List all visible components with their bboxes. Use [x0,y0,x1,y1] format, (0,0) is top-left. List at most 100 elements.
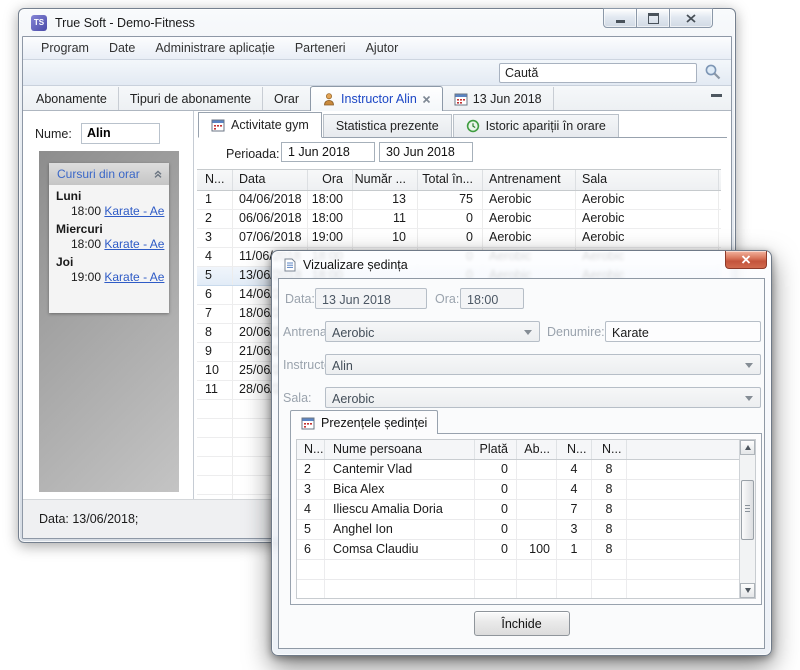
course-entry: 18:00 Karate - Ae [49,237,169,251]
cell-nr: 10 [197,362,233,380]
course-link[interactable]: Karate - Ae [104,237,164,251]
cell-filler [627,500,740,519]
magnifier-icon[interactable] [704,63,722,81]
menu-item-parteneri[interactable]: Parteneri [285,41,356,55]
antrenament-value: Aerobic [332,326,374,340]
tab-abonamente[interactable]: Abonamente [25,87,119,110]
column-header[interactable]: Plată [475,440,517,459]
menu-item-date[interactable]: Date [99,41,145,55]
cell-abonament: 100 [517,540,557,559]
table-row[interactable]: 2 06/06/2018 18:00 11 0 Aerobic Aerobic [197,210,721,229]
table-row[interactable]: 4 Iliescu Amalia Doria 0 7 8 [297,500,740,520]
table-row[interactable]: 2 Cantemir Vlad 0 4 8 [297,460,740,480]
ora-label: Ora: [435,292,459,306]
attendance-table-header: N... Nume persoana Plată Ab... N... N... [297,440,740,460]
tab-istoric-aparitii[interactable]: Istoric apariții în orare [453,114,619,137]
tab-prezentele-sedintei[interactable]: Prezențele ședinței [290,410,438,434]
column-header[interactable]: Nume persoana [325,440,475,459]
cell-nr: 2 [197,210,233,228]
scroll-up-button[interactable] [740,440,755,455]
scrollbar-thumb[interactable] [741,480,754,540]
table-row[interactable]: 3 07/06/2018 19:00 10 0 Aerobic Aerobic [197,229,721,248]
name-field[interactable]: Alin [81,123,160,144]
tab-label: Orar [274,92,299,106]
toolbar [23,60,731,86]
chevron-up-double-icon[interactable] [153,169,163,179]
desktop: TS True Soft - Demo-Fitness Program Date… [0,0,800,670]
chevron-down-icon [745,396,753,401]
tab-label: 13 Jun 2018 [473,92,542,106]
cell-ora: 18:00 [308,191,353,209]
column-header[interactable]: Sala [576,170,719,190]
cell-filler [627,540,740,559]
window-titlebar[interactable]: TS True Soft - Demo-Fitness [19,9,735,36]
tab-label: Instructor Alin [341,92,417,106]
period-from-input[interactable]: 1 Jun 2018 [281,142,375,162]
tab-statistica-prezente[interactable]: Statistica prezente [323,114,452,137]
close-button[interactable] [670,8,713,28]
cell-nr: 3 [297,480,325,499]
cell-numar: 11 [353,210,418,228]
tab-date-13-jun-2018[interactable]: 13 Jun 2018 [443,87,554,110]
cell-n2: 8 [592,520,627,539]
cell-nr: 5 [197,267,233,285]
menu-item-ajutor[interactable]: Ajutor [356,41,409,55]
cell-nr: 11 [197,381,233,399]
dialog-titlebar[interactable]: Vizualizare ședința [284,251,408,278]
search-input[interactable] [499,63,697,83]
cell-filler [627,460,740,479]
cell-nr: 1 [197,191,233,209]
tab-close-icon[interactable] [422,95,431,104]
window-title: True Soft - Demo-Fitness [55,16,195,30]
menu-item-administrare[interactable]: Administrare aplicație [145,41,285,55]
vertical-scrollbar[interactable] [739,440,755,598]
ora-field: 18:00 [460,288,524,309]
dialog-vizualizare-sedinta: Vizualizare ședința Data: 13 Jun 2018 Or… [271,250,772,656]
column-header[interactable]: N... [197,170,233,190]
cell-nume: Iliescu Amalia Doria [325,500,475,519]
document-icon [284,258,296,272]
course-link[interactable]: Karate - Ae [104,204,164,218]
cell-n2: 8 [592,540,627,559]
cell-antrenament: Aerobic [483,229,576,247]
period-to-input[interactable]: 30 Jun 2018 [379,142,473,162]
column-header[interactable]: Total în... [418,170,483,190]
column-header[interactable]: Antrenament [483,170,576,190]
column-header[interactable]: N... [557,440,592,459]
table-row[interactable]: 6 Comsa Claudiu 0 100 1 8 [297,540,740,560]
table-row[interactable]: 3 Bica Alex 0 4 8 [297,480,740,500]
cell-ora: 19:00 [308,229,353,247]
tab-instructor-alin[interactable]: Instructor Alin [310,86,443,111]
column-header[interactable]: Număr ... [353,170,418,190]
table-row[interactable]: 5 Anghel Ion 0 3 8 [297,520,740,540]
scroll-down-button[interactable] [740,583,755,598]
denumire-field[interactable]: Karate [605,321,761,342]
course-link[interactable]: Karate - Ae [104,270,164,284]
column-header[interactable]: Ab... [517,440,557,459]
tab-orar[interactable]: Orar [263,87,311,110]
instructor-select: Alin [325,354,761,375]
minimize-view-icon[interactable] [711,94,722,105]
inchide-button[interactable]: Închide [474,611,570,636]
period-label: Perioada: [226,147,280,161]
column-header[interactable]: Ora [308,170,353,190]
maximize-button[interactable] [637,8,670,28]
attendance-panel: N... Nume persoana Plată Ab... N... N...… [290,433,762,605]
column-header[interactable]: Data [233,170,308,190]
tab-label: Activitate gym [231,118,309,132]
table-row[interactable]: 1 04/06/2018 18:00 13 75 Aerobic Aerobic [197,191,721,210]
column-header[interactable]: N... [592,440,627,459]
cell-antrenament: Aerobic [483,191,576,209]
dialog-close-button[interactable] [725,251,767,269]
column-header[interactable]: N... [297,440,325,459]
minimize-button[interactable] [603,8,637,28]
cell-data: 04/06/2018 [233,191,308,209]
courses-card-header[interactable]: Cursuri din orar [49,163,169,185]
tab-tipuri-de-abonamente[interactable]: Tipuri de abonamente [119,87,263,110]
cell-ora: 18:00 [308,210,353,228]
menu-item-program[interactable]: Program [31,41,99,55]
minimize-icon [616,20,625,23]
tab-activitate-gym[interactable]: Activitate gym [198,112,322,138]
cell-n2: 8 [592,500,627,519]
cell-plata: 0 [475,480,517,499]
